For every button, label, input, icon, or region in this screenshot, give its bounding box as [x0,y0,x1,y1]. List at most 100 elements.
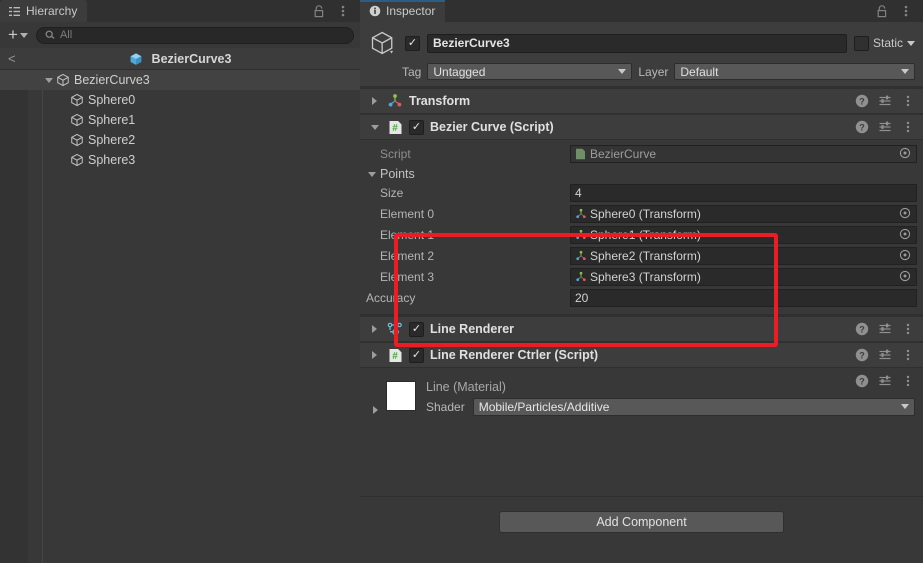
tab-hierarchy[interactable]: Hierarchy [0,0,88,22]
preset-icon[interactable] [878,94,892,108]
element-object-field[interactable]: Sphere0 (Transform) [570,204,917,223]
help-icon[interactable]: ? [855,322,869,336]
tree-item-label: Sphere1 [88,113,136,127]
component-enabled-checkbox[interactable]: ✓ [409,119,424,135]
object-picker-icon[interactable] [899,207,912,220]
script-object-field[interactable]: BezierCurve [570,144,917,163]
tree-item-sphere2[interactable]: Sphere2 [0,130,360,150]
tree-item-sphere0[interactable]: Sphere0 [0,90,360,110]
element-object-value: Sphere0 (Transform) [575,207,701,221]
tab-inspector-label: Inspector [386,4,436,18]
size-label: Size [380,185,404,200]
triangle-right-icon [372,351,377,359]
script-value-label: BezierCurve [590,146,657,161]
object-picker-icon[interactable] [899,228,912,241]
foldout-toggle[interactable] [368,124,381,130]
help-icon[interactable]: ? [855,94,869,108]
gameobject-cube-icon [70,153,84,167]
tag-value: Untagged [433,64,486,79]
help-icon[interactable]: ? [855,120,869,134]
script-icon: # [387,119,403,135]
object-picker-icon[interactable] [899,249,912,262]
chevron-down-icon[interactable] [907,40,915,46]
help-icon[interactable]: ? [855,348,869,362]
gameobject-name-input[interactable]: BezierCurve3 [427,33,847,53]
layer-dropdown[interactable]: Default [674,63,915,80]
kebab-menu-icon[interactable] [901,120,915,134]
script-object-value: BezierCurve [575,147,656,161]
tab-inspector[interactable]: Inspector [360,0,446,22]
help-icon[interactable]: ? [855,374,869,388]
foldout-toggle[interactable] [368,97,381,105]
kebab-menu-icon[interactable] [336,4,350,18]
foldout-toggle[interactable] [368,351,381,359]
create-object-button[interactable]: + [6,25,30,44]
breadcrumb-title: BezierCurve3 [129,51,232,66]
element-label: Element 3 [380,269,435,284]
gameobject-enabled-checkbox[interactable]: ✓ [405,35,420,51]
component-enabled-checkbox[interactable]: ✓ [409,347,424,363]
add-button-label: + [8,25,18,44]
tree-item-label: Sphere3 [88,153,136,167]
add-component-button[interactable]: Add Component [499,511,784,533]
inspector-panel: Inspector ✓ BezierCurve3 Static Tag Unta… [360,0,923,563]
tabbar-spacer [87,0,312,22]
size-input[interactable]: 4 [570,183,917,202]
static-checkbox[interactable] [853,35,869,51]
preset-icon[interactable] [878,374,892,388]
element-object-field[interactable]: Sphere2 (Transform) [570,246,917,265]
breadcrumb-title-label: BezierCurve3 [151,51,232,66]
component-enabled-checkbox[interactable]: ✓ [409,321,424,337]
tree-item-beziercurve3[interactable]: BezierCurve3 [0,70,360,90]
component-header-bezier-curve[interactable]: # ✓ Bezier Curve (Script) ? [360,114,923,140]
gameobject-cube-icon [56,73,70,87]
component-title: Line Renderer [430,322,515,336]
object-picker-icon[interactable] [899,147,912,160]
component-header-line-renderer[interactable]: ✓ Line Renderer ? [360,316,923,342]
inspector-tabbar: Inspector [360,0,923,22]
svg-text:#: # [392,123,398,134]
kebab-menu-icon[interactable] [901,348,915,362]
preset-icon[interactable] [878,348,892,362]
tree-item-label: BezierCurve3 [74,73,150,87]
component-header-line-renderer-ctrler[interactable]: # ✓ Line Renderer Ctrler (Script) ? [360,342,923,368]
kebab-menu-icon[interactable] [901,374,915,388]
kebab-menu-icon[interactable] [901,322,915,336]
element-object-value: Sphere2 (Transform) [575,249,701,263]
accuracy-value: 20 [575,290,589,305]
tree-item-label: Sphere0 [88,93,136,107]
transform-icon [575,250,587,262]
lock-icon[interactable] [875,4,889,18]
tab-hierarchy-label: Hierarchy [26,4,78,18]
points-foldout[interactable]: Points [360,165,923,183]
search-input[interactable]: All [35,26,354,44]
inspector-tabbar-actions [875,0,923,22]
tree-item-sphere1[interactable]: Sphere1 [0,110,360,130]
transform-icon [575,208,587,220]
breadcrumb-back-button[interactable]: < [8,51,16,66]
kebab-menu-icon[interactable] [901,94,915,108]
lock-icon[interactable] [312,4,326,18]
material-title: Line (Material) [426,379,506,394]
element-object-field[interactable]: Sphere1 (Transform) [570,225,917,244]
object-picker-icon[interactable] [899,270,912,283]
accuracy-input[interactable]: 20 [570,288,917,307]
hierarchy-tabbar: Hierarchy [0,0,360,22]
tree-item-sphere3[interactable]: Sphere3 [0,150,360,170]
triangle-right-icon [372,406,378,414]
accuracy-label: Accuracy [366,290,416,305]
expand-toggle[interactable] [42,77,56,83]
element-object-field[interactable]: Sphere3 (Transform) [570,267,917,286]
foldout-toggle[interactable] [368,325,381,333]
preset-icon[interactable] [878,322,892,336]
kebab-menu-icon[interactable] [899,4,913,18]
material-foldout-toggle[interactable] [368,374,382,418]
tag-dropdown[interactable]: Untagged [427,63,633,80]
unity-editor-window: Hierarchy + All < BezierCurve3 BezierCur… [0,0,923,563]
gameobject-name-value: BezierCurve3 [433,36,510,50]
svg-text:?: ? [859,324,865,334]
component-header-transform[interactable]: Transform ? [360,88,923,114]
shader-dropdown[interactable]: Mobile/Particles/Additive [472,397,915,416]
triangle-down-icon [368,171,376,177]
preset-icon[interactable] [878,120,892,134]
